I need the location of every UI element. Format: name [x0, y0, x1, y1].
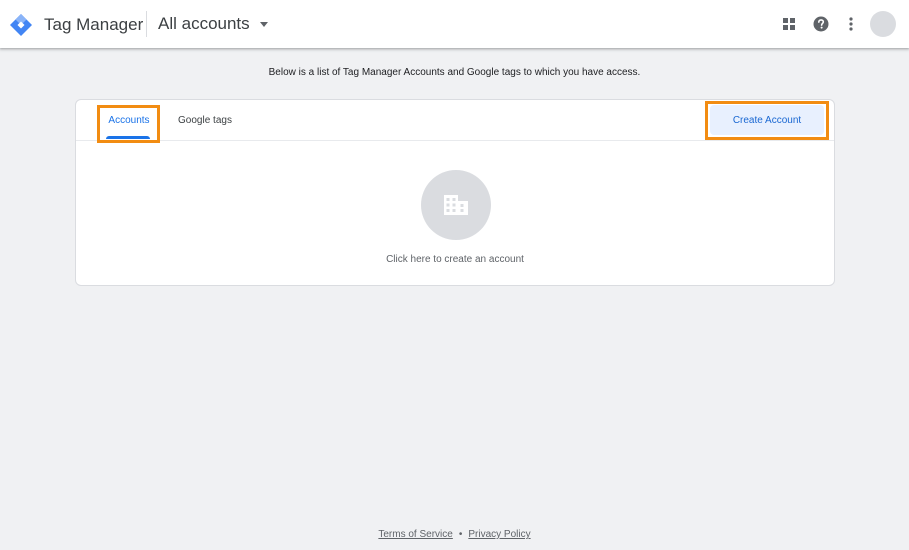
- more-vert-icon: [849, 17, 853, 31]
- intro-text: Below is a list of Tag Manager Accounts …: [268, 67, 641, 78]
- terms-of-service-link[interactable]: Terms of Service: [378, 529, 452, 540]
- footer: Terms of Service • Privacy Policy: [0, 529, 909, 540]
- empty-state-circle: [421, 170, 491, 240]
- account-picker[interactable]: All accounts: [152, 8, 274, 40]
- active-tab-indicator: [106, 136, 150, 139]
- accounts-card: Accounts Google tags Create Account Clic…: [75, 99, 835, 286]
- tab-google-tags[interactable]: Google tags: [170, 100, 240, 141]
- footer-separator: •: [458, 529, 463, 540]
- privacy-policy-link[interactable]: Privacy Policy: [468, 529, 530, 540]
- card-header: Accounts Google tags Create Account: [76, 100, 834, 143]
- create-account-empty-state[interactable]: Click here to create an account: [76, 141, 834, 286]
- tab-accounts[interactable]: Accounts: [98, 100, 160, 141]
- apps-grid-icon: [783, 18, 795, 30]
- create-account-button[interactable]: Create Account: [710, 105, 824, 135]
- app-header: Tag Manager All accounts: [0, 0, 909, 48]
- help-button[interactable]: [807, 10, 835, 38]
- account-avatar[interactable]: [870, 11, 896, 37]
- apps-button[interactable]: [775, 10, 803, 38]
- account-picker-label: All accounts: [158, 14, 250, 33]
- tag-manager-logo-icon[interactable]: [9, 13, 33, 37]
- dropdown-caret-icon: [259, 21, 268, 27]
- more-options-button[interactable]: [837, 10, 865, 38]
- building-icon: [444, 195, 468, 215]
- help-icon: [813, 16, 829, 32]
- tab-accounts-label: Accounts: [108, 115, 150, 126]
- empty-state-text: Click here to create an account: [386, 254, 524, 265]
- tab-google-tags-label: Google tags: [178, 115, 232, 126]
- header-divider: [146, 11, 147, 37]
- product-name[interactable]: Tag Manager: [44, 14, 143, 36]
